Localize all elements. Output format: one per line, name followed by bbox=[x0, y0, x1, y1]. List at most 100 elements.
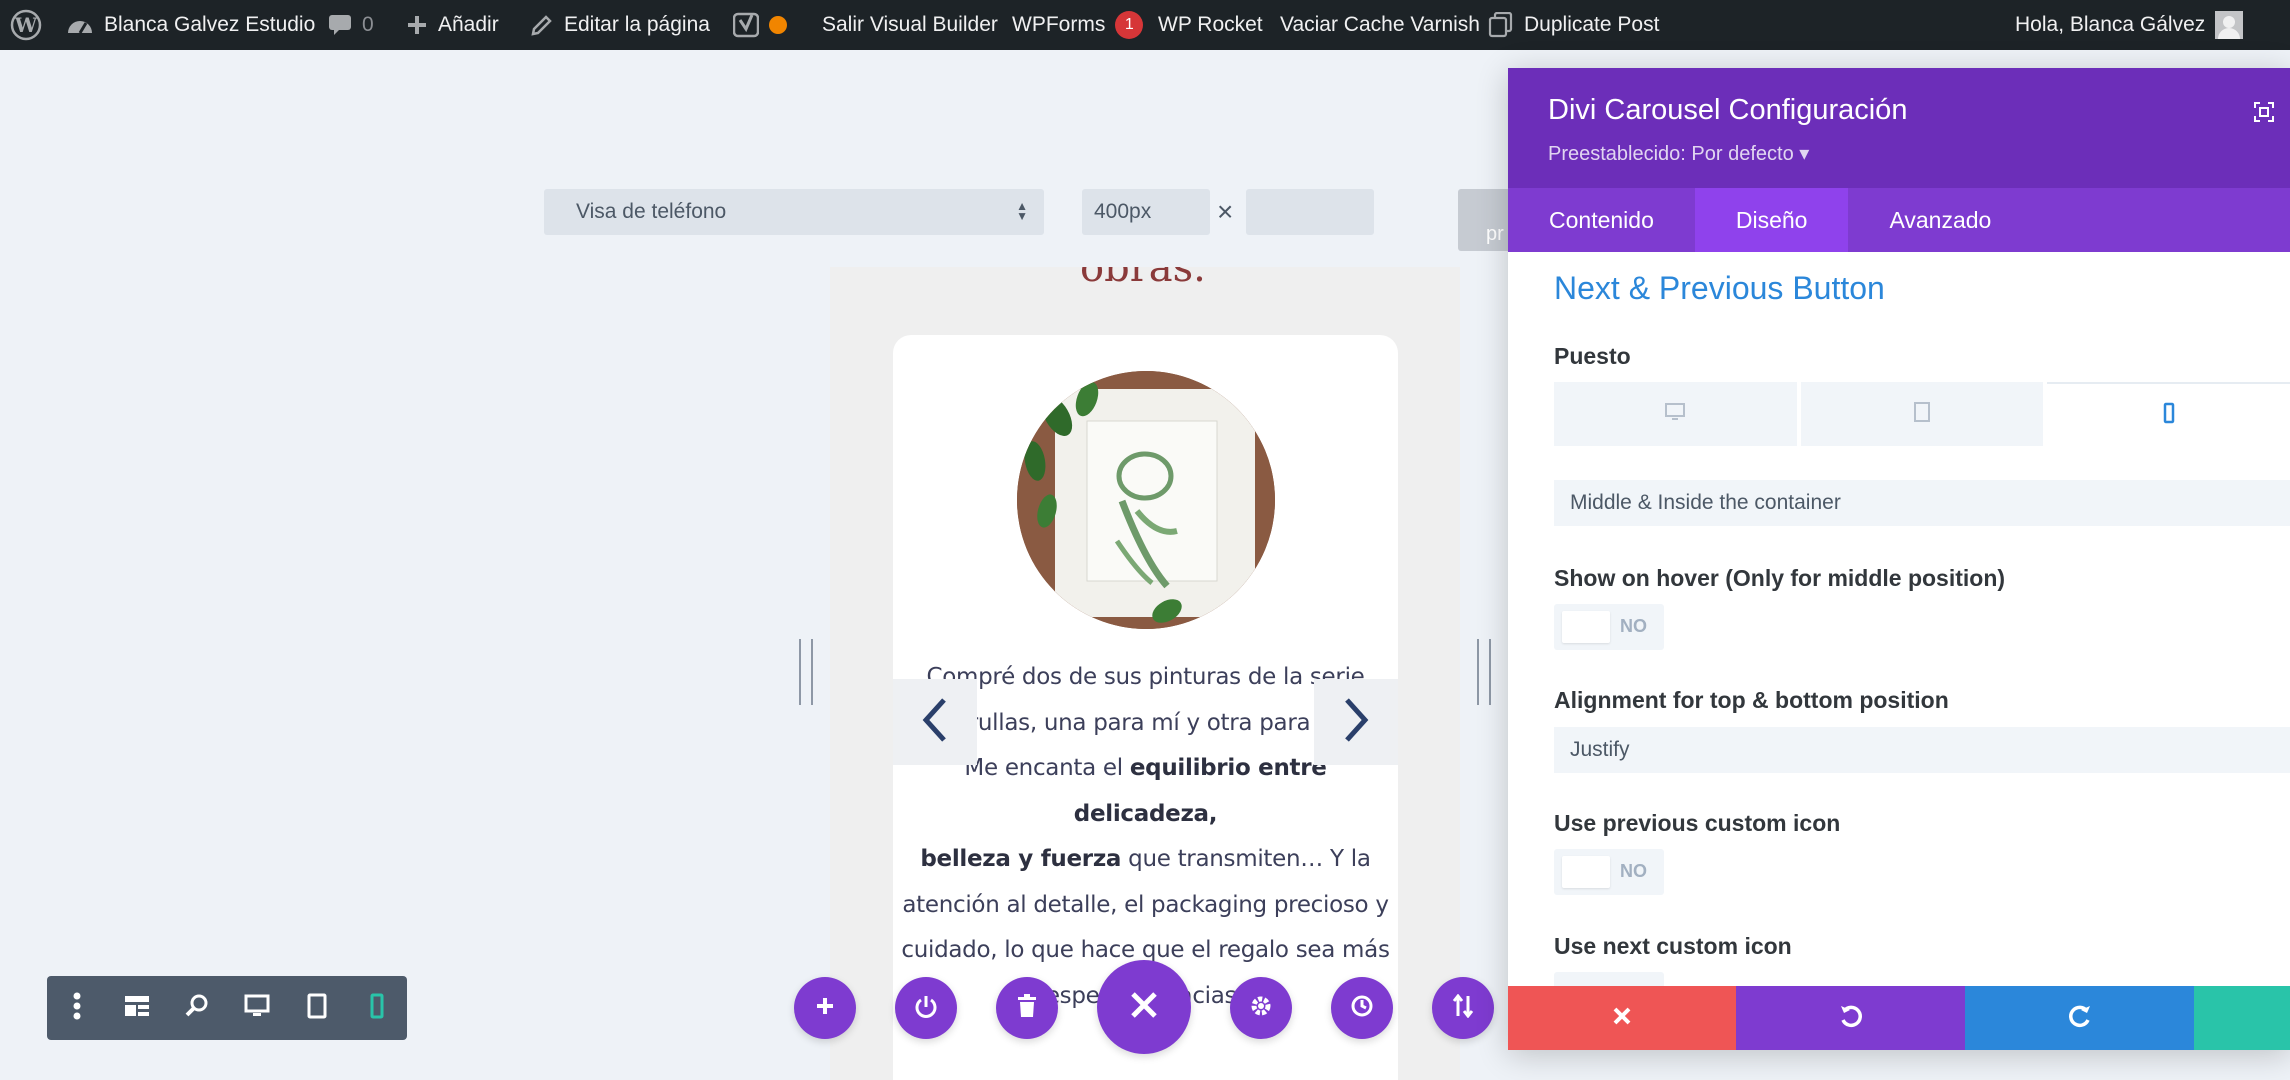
testimonial-fragment: Me encanta el bbox=[964, 755, 1130, 781]
varnish-purge-link[interactable]: Vaciar Cache Varnish bbox=[1280, 0, 1480, 50]
zoom-button[interactable] bbox=[167, 976, 227, 1040]
carousel-next-button[interactable] bbox=[1314, 679, 1398, 765]
close-button[interactable] bbox=[1097, 960, 1191, 1054]
panel-footer bbox=[1508, 986, 2290, 1050]
plus-icon bbox=[406, 14, 428, 36]
greeting-label: Hola, Blanca Gálvez bbox=[2015, 13, 2206, 36]
module-settings-panel: Divi Carousel Configuración Preestableci… bbox=[1508, 68, 2290, 1050]
site-name: Blanca Galvez Estudio bbox=[104, 13, 316, 36]
dashboard-gauge-icon bbox=[66, 13, 94, 37]
artwork-image bbox=[1017, 371, 1275, 629]
undo-icon bbox=[1838, 1003, 1864, 1034]
position-label: Puesto bbox=[1554, 343, 1631, 369]
more-options-button[interactable] bbox=[47, 976, 107, 1040]
tab-avanzado[interactable]: Avanzado bbox=[1848, 188, 2032, 252]
svg-text:W: W bbox=[14, 13, 38, 37]
toggle-state: NO bbox=[1620, 861, 1647, 881]
gear-icon bbox=[1249, 994, 1273, 1023]
edit-page-label: Editar la página bbox=[564, 13, 710, 36]
panel-header: Divi Carousel Configuración Preestableci… bbox=[1508, 68, 2290, 188]
add-new-menu[interactable]: Añadir bbox=[406, 0, 499, 50]
plus-icon bbox=[815, 996, 835, 1021]
preset-selector[interactable]: Preestablecido: Por defecto ▾ bbox=[1548, 141, 1809, 166]
desktop-tab[interactable] bbox=[1554, 382, 1797, 446]
exit-visual-builder-label: Salir Visual Builder bbox=[822, 13, 998, 36]
expand-icon[interactable] bbox=[2254, 102, 2274, 127]
toggle-knob bbox=[1562, 856, 1610, 888]
device-preview-value: Visa de teléfono bbox=[576, 200, 727, 223]
page-settings-button[interactable] bbox=[1230, 977, 1292, 1039]
preview-width-value: 400px bbox=[1094, 200, 1152, 223]
save-button[interactable] bbox=[2194, 986, 2290, 1050]
desktop-icon bbox=[1664, 402, 1686, 427]
varnish-label: Vaciar Cache Varnish bbox=[1280, 13, 1480, 36]
tab-contenido[interactable]: Contenido bbox=[1508, 188, 1695, 252]
wireframe-view-button[interactable] bbox=[107, 976, 167, 1040]
history-button[interactable] bbox=[1331, 977, 1393, 1039]
layout-icon bbox=[124, 995, 150, 1022]
resize-handle-left[interactable] bbox=[799, 639, 813, 705]
preview-width-input[interactable]: 400px bbox=[1082, 189, 1210, 235]
redo-button[interactable] bbox=[1965, 986, 2194, 1050]
add-new-label: Añadir bbox=[438, 13, 499, 36]
resize-handle-right[interactable] bbox=[1477, 639, 1491, 705]
clear-layout-button[interactable] bbox=[996, 977, 1058, 1039]
phone-tab[interactable] bbox=[2047, 382, 2290, 446]
up-down-arrows-icon bbox=[1451, 993, 1475, 1023]
tablet-icon bbox=[1913, 401, 1931, 428]
pencil-icon bbox=[530, 13, 554, 37]
close-icon bbox=[1612, 1006, 1632, 1031]
previous-icon-toggle[interactable]: NO bbox=[1554, 849, 1664, 895]
seo-status-dot bbox=[769, 16, 787, 34]
preview-button-label: pr bbox=[1486, 223, 1504, 245]
toggle-knob bbox=[1562, 611, 1610, 643]
duplicate-icon bbox=[1488, 12, 1514, 38]
dimension-separator: × bbox=[1217, 196, 1234, 227]
alignment-select[interactable]: Justify bbox=[1554, 727, 2290, 773]
site-name-menu[interactable]: Blanca Galvez Estudio bbox=[66, 0, 315, 50]
device-preview-select[interactable]: Visa de teléfono ▲ ▼ bbox=[544, 189, 1044, 235]
portability-button[interactable] bbox=[1432, 977, 1494, 1039]
toggle-state: NO bbox=[1620, 616, 1647, 636]
chevron-right-icon bbox=[1339, 696, 1373, 749]
power-download-icon bbox=[914, 994, 938, 1023]
vertical-dots-icon bbox=[73, 992, 81, 1025]
clock-icon bbox=[1350, 994, 1374, 1023]
show-on-hover-toggle[interactable]: NO bbox=[1554, 604, 1664, 650]
alignment-label: Alignment for top & bottom position bbox=[1554, 687, 1949, 713]
wordpress-logo-icon[interactable]: W bbox=[10, 0, 42, 50]
duplicate-post-link[interactable]: Duplicate Post bbox=[1488, 0, 1659, 50]
exit-visual-builder-link[interactable]: Salir Visual Builder bbox=[822, 0, 998, 50]
comments-count: 0 bbox=[362, 13, 374, 36]
save-to-library-button[interactable] bbox=[895, 977, 957, 1039]
wpforms-label: WPForms bbox=[1012, 13, 1106, 36]
position-select[interactable]: Middle & Inside the container bbox=[1554, 480, 2290, 526]
tablet-tab[interactable] bbox=[1800, 382, 2044, 446]
wp-rocket-menu[interactable]: WP Rocket bbox=[1158, 0, 1263, 50]
section-title[interactable]: Next & Previous Button bbox=[1554, 270, 1885, 307]
tablet-view-button[interactable] bbox=[287, 976, 347, 1040]
comment-bubble-icon bbox=[328, 14, 352, 36]
redo-icon bbox=[2067, 1003, 2093, 1034]
carousel-prev-button[interactable] bbox=[893, 679, 977, 765]
avatar bbox=[2215, 11, 2244, 39]
responsive-device-tabs bbox=[1554, 382, 2290, 446]
desktop-view-button[interactable] bbox=[227, 976, 287, 1040]
wpforms-menu[interactable]: WPForms 1 bbox=[1012, 0, 1144, 50]
undo-button[interactable] bbox=[1736, 986, 1965, 1050]
discard-button[interactable] bbox=[1508, 986, 1736, 1050]
phone-icon bbox=[370, 993, 384, 1024]
duplicate-label: Duplicate Post bbox=[1524, 13, 1660, 36]
yoast-menu[interactable] bbox=[733, 0, 787, 50]
panel-tabs: Contenido Diseño Avanzado bbox=[1508, 188, 2290, 252]
tablet-icon bbox=[307, 993, 327, 1024]
comments-menu[interactable]: 0 bbox=[328, 0, 374, 50]
tab-diseno[interactable]: Diseño bbox=[1694, 188, 1849, 252]
edit-page-link[interactable]: Editar la página bbox=[530, 0, 710, 50]
my-account-menu[interactable]: Hola, Blanca Gálvez bbox=[2015, 0, 2244, 50]
add-module-button[interactable] bbox=[794, 977, 856, 1039]
close-icon bbox=[1129, 990, 1159, 1025]
preview-height-input[interactable] bbox=[1246, 189, 1374, 235]
phone-view-button[interactable] bbox=[347, 976, 407, 1040]
testimonial-line: atención al detalle, el packaging precio… bbox=[902, 891, 1389, 918]
